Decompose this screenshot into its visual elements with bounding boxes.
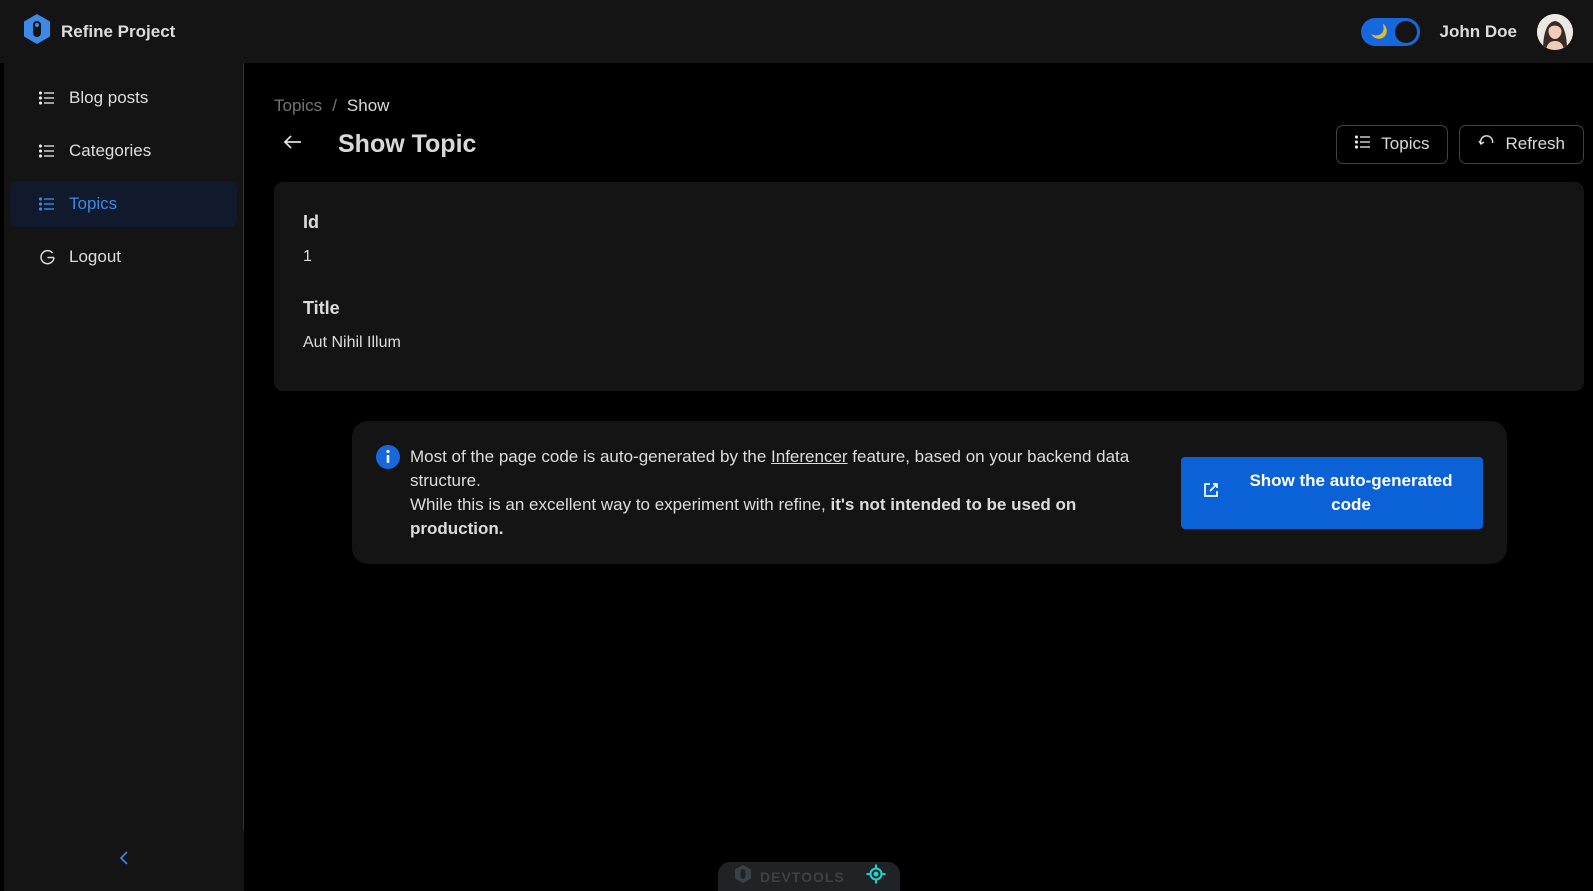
back-button[interactable] <box>274 125 312 163</box>
brand-title: Refine Project <box>61 21 176 41</box>
crosshair-icon[interactable] <box>866 864 886 889</box>
toggle-knob <box>1394 20 1417 43</box>
refine-logo-icon <box>22 13 52 50</box>
sidebar-item-label: Categories <box>69 141 152 160</box>
list-icon <box>1355 134 1371 154</box>
external-link-icon <box>1203 481 1219 505</box>
theme-toggle[interactable]: 🌙 <box>1360 17 1420 46</box>
breadcrumb-current: Show <box>346 96 390 115</box>
inferencer-alert: Most of the page code is auto-generated … <box>352 421 1507 564</box>
breadcrumb-topics-link[interactable]: Topics <box>274 96 322 116</box>
sidebar-item-blog-posts[interactable]: Blog posts <box>10 75 237 121</box>
sidebar-menu: Blog posts Categories Topics Logout <box>4 63 243 280</box>
refresh-icon <box>1478 133 1495 155</box>
topics-list-button[interactable]: Topics <box>1336 124 1449 164</box>
inferencer-link[interactable]: Inferencer <box>771 447 848 466</box>
field-label: Id <box>303 212 319 232</box>
field-label: Title <box>303 298 340 318</box>
sidebar-item-label: Logout <box>69 247 121 266</box>
page-title: Show Topic <box>338 129 477 158</box>
sidebar-item-categories[interactable]: Categories <box>10 128 237 174</box>
arrow-left-icon <box>283 134 303 155</box>
refresh-button-label: Refresh <box>1505 134 1565 153</box>
page-header: Show Topic Topics Refresh <box>274 124 1584 164</box>
show-code-button-label: Show the auto-generated code <box>1249 470 1453 514</box>
alert-text-part: While this is an excellent way to experi… <box>410 494 831 514</box>
sidebar-item-label: Topics <box>69 194 118 213</box>
brand[interactable]: Refine Project <box>22 13 175 50</box>
page-actions: Topics Refresh <box>1336 124 1584 164</box>
refine-logo-icon <box>734 864 752 889</box>
record-card: Id 1 Title Aut Nihil Illum <box>274 182 1584 391</box>
user-name: John Doe <box>1439 21 1517 41</box>
avatar[interactable] <box>1537 13 1573 50</box>
sidebar-item-label: Blog posts <box>69 88 149 107</box>
sidebar: Blog posts Categories Topics Logout <box>4 63 244 891</box>
chevron-left-icon <box>118 850 130 871</box>
refresh-button[interactable]: Refresh <box>1459 124 1584 164</box>
sidebar-collapse-button[interactable] <box>4 830 244 891</box>
devtools-bar[interactable]: DEVTOOLS <box>718 862 900 891</box>
list-icon <box>38 195 56 213</box>
topics-list-button-label: Topics <box>1381 134 1430 153</box>
app-header: Refine Project 🌙 John Doe <box>0 0 1593 63</box>
alert-text-part: Most of the page code is auto-generated … <box>410 446 772 466</box>
show-code-button[interactable]: Show the auto-generated code <box>1181 456 1483 529</box>
logout-icon <box>38 248 56 266</box>
alert-message: Most of the page code is auto-generated … <box>410 445 1181 541</box>
sidebar-item-logout[interactable]: Logout <box>10 234 237 280</box>
devtools-label: DEVTOOLS <box>760 868 845 885</box>
list-icon <box>38 89 56 107</box>
field-value: 1 <box>303 248 312 265</box>
field-title: Title Aut Nihil Illum <box>303 298 1555 358</box>
info-icon <box>376 445 400 469</box>
field-id: Id 1 <box>303 212 1555 272</box>
moon-icon: 🌙 <box>1370 23 1388 39</box>
breadcrumb: Topics / Show <box>274 96 389 116</box>
list-icon <box>38 142 56 160</box>
breadcrumb-separator: / <box>332 96 337 115</box>
field-value: Aut Nihil Illum <box>303 334 401 351</box>
sidebar-item-topics[interactable]: Topics <box>10 181 237 227</box>
